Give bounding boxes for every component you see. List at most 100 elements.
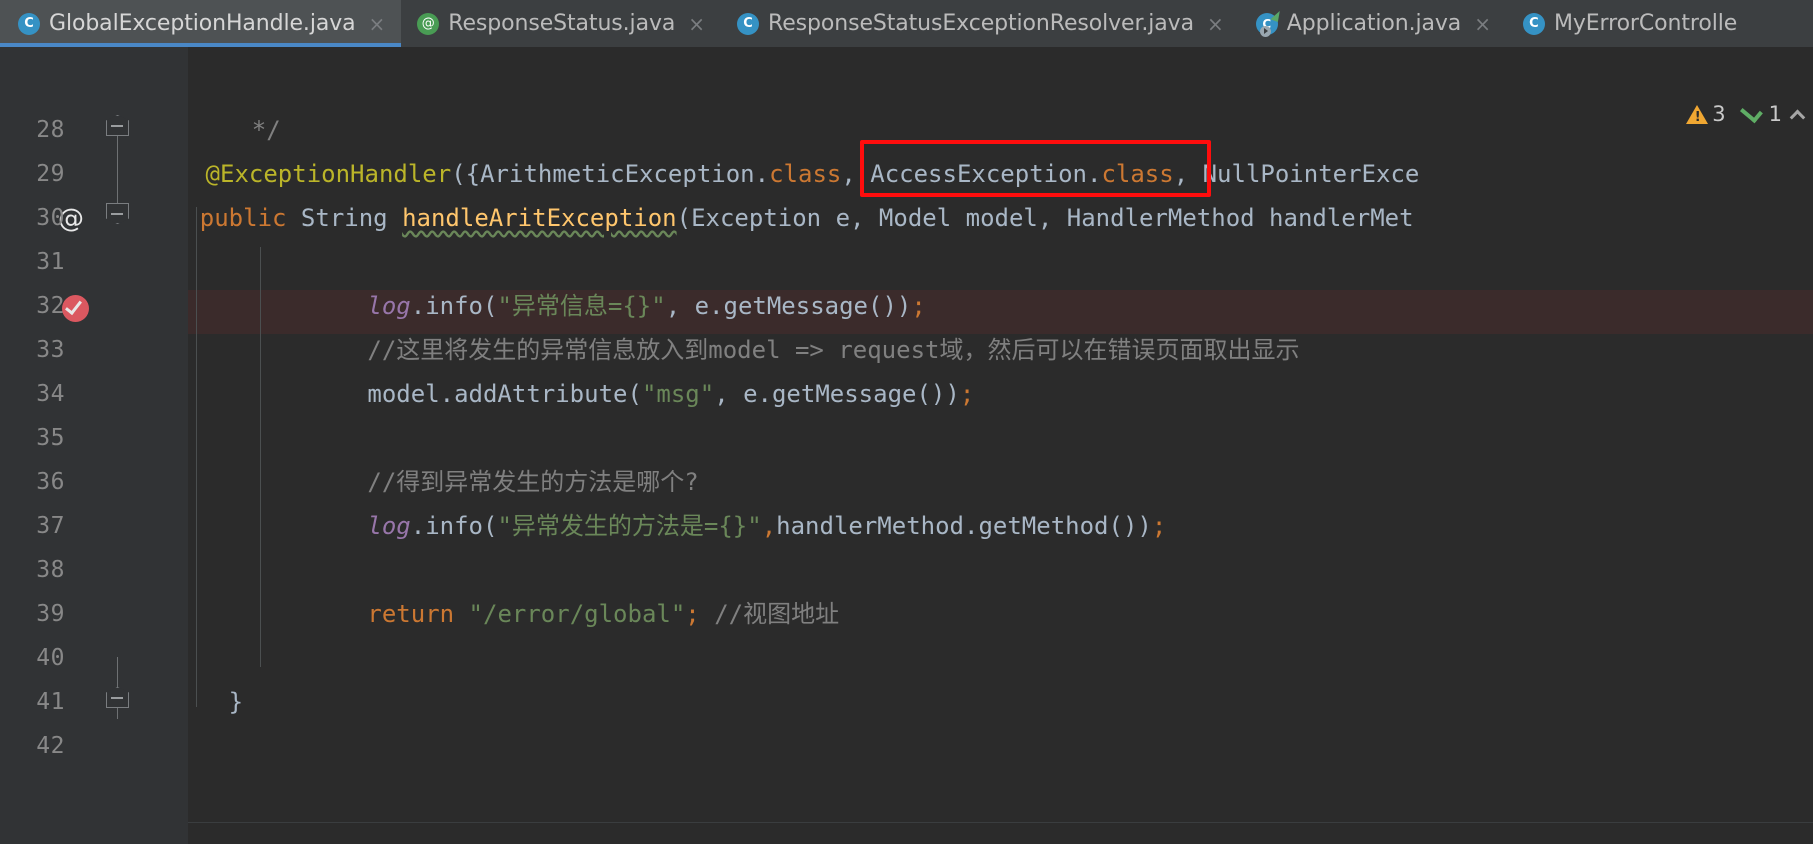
- tab-close-icon[interactable]: ×: [365, 12, 390, 36]
- code-token: */: [251, 116, 281, 144]
- editor-tab-label: MyErrorControlle: [1553, 11, 1738, 36]
- editor-bottom-inner: [188, 822, 1813, 844]
- code-token: "/error/global": [468, 600, 686, 628]
- code-line-38[interactable]: [188, 548, 194, 592]
- line-number: 37: [36, 513, 65, 539]
- code-line-39[interactable]: return "/error/global"; //视图地址: [188, 592, 839, 636]
- green-check-icon: [1739, 100, 1763, 123]
- editor-tab-application[interactable]: C Application.java ×: [1239, 0, 1507, 47]
- tab-close-icon[interactable]: ×: [1203, 12, 1228, 36]
- chevron-up-icon[interactable]: [1789, 109, 1806, 125]
- code-line-30[interactable]: public String handleAritException(Except…: [188, 196, 1414, 240]
- code-token: ,: [841, 160, 871, 188]
- code-token: ({: [451, 160, 481, 188]
- java-class-icon: C: [737, 12, 760, 35]
- code-token: , e.getMessage()): [665, 292, 912, 320]
- code-line-37[interactable]: log.info("异常发生的方法是={}",handlerMethod.get…: [188, 504, 1166, 548]
- code-token: //这里将发生的异常信息放入到model => request域，然后可以在错误…: [367, 336, 1300, 364]
- spring-leaf-icon: [1270, 8, 1282, 22]
- code-token: model,: [951, 204, 1067, 232]
- code-fold-marker-collapse-method[interactable]: [106, 687, 129, 708]
- code-line-41[interactable]: }: [188, 680, 243, 724]
- code-token: public: [199, 204, 287, 232]
- editor-tab-response-status-exception-resolver[interactable]: C ResponseStatusExceptionResolver.java ×: [721, 0, 1240, 47]
- code-token: .info(: [410, 292, 498, 320]
- code-token: class: [769, 160, 842, 188]
- code-token: "msg": [641, 380, 715, 408]
- java-annotation-icon: @: [417, 12, 440, 35]
- code-line-33[interactable]: //这里将发生的异常信息放入到model => request域，然后可以在错误…: [188, 328, 1299, 372]
- code-token: String: [300, 204, 388, 232]
- code-token: ;: [911, 292, 926, 320]
- line-number: 39: [36, 601, 65, 627]
- java-class-icon: C: [18, 12, 40, 35]
- code-token: handlerMet: [1254, 204, 1414, 232]
- code-token: @ExceptionHandler: [205, 160, 452, 188]
- editor-tab-global-exception-handle[interactable]: C GlobalExceptionHandle.java ×: [0, 0, 402, 47]
- editor-tab-label: Application.java: [1286, 11, 1462, 36]
- editor-tab-label: ResponseStatus.java: [448, 11, 676, 36]
- code-token: log: [367, 292, 411, 320]
- editor-tab-my-error-controller[interactable]: C MyErrorControlle: [1506, 0, 1750, 47]
- code-token: model.addAttribute(: [367, 380, 642, 408]
- code-token: Exception: [691, 204, 822, 232]
- breakpoint-check-icon: [65, 296, 82, 316]
- line-number: 38: [36, 557, 65, 583]
- code-line-29[interactable]: @ExceptionHandler({ArithmeticException.c…: [188, 152, 1420, 196]
- inspection-status-widget[interactable]: 3 1: [1686, 100, 1806, 126]
- code-token: HandlerMethod: [1066, 204, 1255, 232]
- ok-count: 1: [1768, 102, 1782, 126]
- code-line-40[interactable]: [188, 636, 194, 680]
- code-token: "异常发生的方法是={}": [497, 512, 762, 540]
- fold-dash-icon: [111, 124, 123, 127]
- run-gutter-icon: [1259, 25, 1271, 37]
- code-line-31[interactable]: [188, 240, 194, 284]
- line-number: 32: [36, 293, 65, 319]
- editor-gutter[interactable]: @ 28 29 30 31 32 33 34 35 36 37 38 39 40…: [0, 47, 188, 844]
- code-token: log: [367, 512, 411, 540]
- code-token: class: [1101, 160, 1174, 188]
- fold-dash-icon: [111, 212, 123, 215]
- tab-close-icon[interactable]: ×: [684, 12, 709, 36]
- code-token: AccessException: [870, 160, 1087, 188]
- line-number: 42: [36, 733, 65, 759]
- line-number: 34: [36, 381, 65, 407]
- code-token: NullPointerExce: [1202, 160, 1420, 188]
- code-token: ArithmeticException: [480, 160, 755, 188]
- idea-editor-window: C GlobalExceptionHandle.java × @ Respons…: [0, 0, 1813, 844]
- code-editor-surface[interactable]: */ @ExceptionHandler({ArithmeticExceptio…: [188, 47, 1813, 844]
- editor-tab-label: ResponseStatusExceptionResolver.java: [768, 11, 1194, 36]
- editor-tab-response-status[interactable]: @ ResponseStatus.java ×: [401, 0, 722, 47]
- code-token: }: [228, 688, 244, 716]
- spring-boot-run-icon: C: [1255, 8, 1282, 37]
- code-token: Model: [878, 204, 952, 232]
- code-token: //得到异常发生的方法是哪个?: [367, 468, 699, 496]
- code-token: ;: [1151, 512, 1167, 540]
- code-token: .: [1087, 160, 1102, 188]
- code-line-32[interactable]: log.info("异常信息={}", e.getMessage());: [188, 284, 926, 328]
- tab-close-icon[interactable]: ×: [1470, 12, 1495, 36]
- breakpoint-verified-icon[interactable]: [62, 295, 89, 322]
- editor-pane: @ 28 29 30 31 32 33 34 35 36 37 38 39 40…: [0, 47, 1813, 844]
- code-line-35[interactable]: [188, 416, 194, 460]
- code-token: .info(: [410, 512, 498, 540]
- code-line-42[interactable]: [188, 724, 194, 768]
- fold-dash-icon: [111, 696, 123, 699]
- code-line-28[interactable]: */: [188, 108, 281, 152]
- code-fold-marker-collapse-bottom[interactable]: [106, 203, 129, 224]
- code-token: ,: [761, 512, 777, 540]
- code-fold-marker-collapse-top[interactable]: [106, 115, 129, 136]
- line-number: 41: [36, 689, 65, 715]
- line-number: 30: [36, 205, 65, 231]
- editor-bottom-strip: [0, 822, 1813, 844]
- java-class-icon: C: [1522, 12, 1545, 35]
- code-line-34[interactable]: model.addAttribute("msg", e.getMessage()…: [188, 372, 974, 416]
- code-token: , e.getMessage()): [714, 380, 960, 408]
- code-token: ;: [959, 380, 975, 408]
- code-token: e,: [821, 204, 879, 232]
- code-line-36[interactable]: //得到异常发生的方法是哪个?: [188, 460, 699, 504]
- line-number: 29: [36, 161, 65, 187]
